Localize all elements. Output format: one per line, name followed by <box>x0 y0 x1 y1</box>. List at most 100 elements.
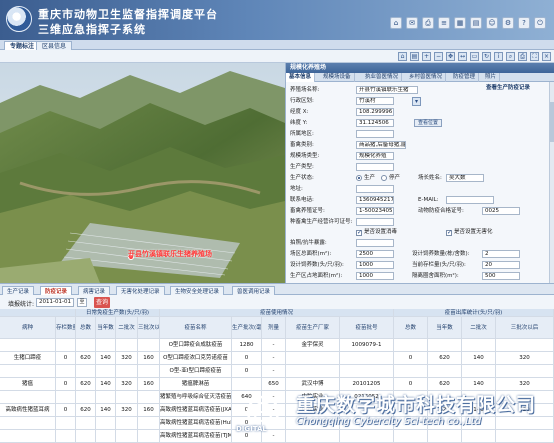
home-icon[interactable]: ⌂ <box>390 17 402 29</box>
animal-type-field[interactable]: 商品猪,后备母猪,能 <box>356 141 406 149</box>
zoom-in-icon[interactable]: + <box>422 52 431 61</box>
tab-photos[interactable]: 照片 <box>482 73 501 82</box>
column-header[interactable]: 疫苗名称 <box>160 317 232 339</box>
table-cell: O型口蹄疫合成肽疫苗 <box>160 339 232 352</box>
harmless-checkbox[interactable] <box>446 229 452 236</box>
table-cell <box>96 365 116 378</box>
production-record-link[interactable]: 查看生产防疫记录 <box>486 85 530 92</box>
column-header[interactable]: 二批次 <box>116 317 138 339</box>
panel-scrollbar[interactable] <box>549 82 554 283</box>
district-picker-icon[interactable]: ▾ <box>412 97 421 106</box>
mail-icon[interactable]: ✉ <box>406 17 418 29</box>
tab-rural-vet[interactable]: 乡村兽医情况 <box>406 73 447 82</box>
permit-field[interactable]: 0025 <box>482 207 520 215</box>
table-cell <box>138 391 160 404</box>
print-icon[interactable]: ⎙ <box>422 17 434 29</box>
column-header[interactable]: 剂量 <box>262 317 286 339</box>
help-icon[interactable]: ? <box>518 17 530 29</box>
column-header[interactable]: 生产批次(毫升) <box>232 317 262 339</box>
logo-text: DIGITAL <box>236 425 267 433</box>
select-icon[interactable]: ▭ <box>470 52 479 61</box>
district-field[interactable]: 竹溪村 <box>356 97 394 105</box>
tab-district[interactable]: 区县信息 <box>36 41 73 50</box>
phone-field[interactable]: 13609452175 <box>356 196 394 204</box>
filter-label: 填报统计: <box>8 301 35 308</box>
date-field[interactable]: 2011-01-01 <box>36 298 74 307</box>
region-field[interactable] <box>356 130 394 138</box>
print-map-icon[interactable]: ⎙ <box>518 52 527 61</box>
table-cell <box>0 430 56 443</box>
disinfection-checkbox[interactable] <box>356 229 362 236</box>
column-header[interactable]: 总数 <box>76 317 96 339</box>
exit-icon[interactable]: ⏻ <box>534 17 546 29</box>
column-header[interactable]: 存栏数量(头/只/羽) <box>56 317 76 339</box>
locate-button[interactable]: 查看位置 <box>414 119 443 127</box>
tab-epidemic[interactable]: 防疫管理 <box>450 73 480 82</box>
stock-field[interactable]: 20 <box>482 261 520 269</box>
query-button[interactable]: 查询 <box>94 297 110 308</box>
longitude-field[interactable]: 108.299996 <box>356 108 394 116</box>
latitude-label: 纬度 Y: <box>290 120 308 126</box>
building-area-field[interactable]: 1000 <box>356 272 394 280</box>
table-cell <box>56 339 76 352</box>
column-header[interactable]: 当年数 <box>96 317 116 339</box>
column-header[interactable]: 总数 <box>394 317 428 339</box>
header-icon-group: ⌂ ✉ ⎙ ≡ ▦ ▤ ☺ ⚙ ? ⏻ <box>390 17 546 29</box>
column-header[interactable]: 三批次以后 <box>496 317 554 339</box>
area-field[interactable]: 2500 <box>356 250 394 258</box>
capacity-field[interactable]: 1000 <box>356 261 394 269</box>
photo-field[interactable] <box>356 239 394 247</box>
tab-basic-info[interactable]: 基本信息 <box>286 73 316 82</box>
search-icon[interactable]: ⌕ <box>506 52 515 61</box>
measure-icon[interactable]: ↔ <box>458 52 467 61</box>
owner-field[interactable]: 吴大数 <box>446 174 484 182</box>
user-icon[interactable]: ☺ <box>486 17 498 29</box>
chart-icon[interactable]: ▤ <box>470 17 482 29</box>
table-cell <box>76 391 96 404</box>
column-header[interactable]: 疫苗生产厂家 <box>286 317 340 339</box>
table-cell: 0 <box>394 352 428 365</box>
panel-scroll-thumb[interactable] <box>550 102 554 142</box>
table-cell <box>138 365 160 378</box>
tab-thematic[interactable]: 专题标注 <box>4 41 41 50</box>
latitude-field[interactable]: 31.124506 <box>356 119 394 127</box>
home-view-icon[interactable]: ⌂ <box>398 52 407 61</box>
isolation-area-field[interactable]: 500 <box>482 272 520 280</box>
production-type-field[interactable] <box>356 163 394 171</box>
column-header[interactable]: 疫苗批号 <box>340 317 394 339</box>
date-range-select[interactable]: 至 <box>77 298 87 307</box>
table-cell <box>0 417 56 430</box>
table-cell: 高致病性猪蓝耳病 <box>0 404 56 417</box>
terrain-map-view[interactable]: 开县竹溪镇联乐生猪养殖场 <box>0 63 285 283</box>
tab-equipment[interactable]: 规模场设备 <box>320 73 355 82</box>
column-header[interactable]: 病种 <box>0 317 56 339</box>
rotate-icon[interactable]: ↻ <box>482 52 491 61</box>
tab-vet[interactable]: 执业兽医情况 <box>362 73 403 82</box>
address-field[interactable] <box>356 185 394 193</box>
settings-icon[interactable]: ⚙ <box>502 17 514 29</box>
clear-icon[interactable]: × <box>542 52 551 61</box>
status-producing-radio[interactable] <box>356 175 362 181</box>
permit-label: 动物防疫合格证号: <box>418 208 464 214</box>
status-stopped-radio[interactable] <box>381 175 387 181</box>
grid-icon[interactable]: ▦ <box>454 17 466 29</box>
breeding-permit-field[interactable] <box>356 218 394 226</box>
scale-type-field[interactable]: 规模化养殖 <box>356 152 394 160</box>
zoom-out-icon[interactable]: − <box>434 52 443 61</box>
column-header[interactable]: 当年数 <box>428 317 462 339</box>
longitude-label: 经度 X: <box>290 109 309 115</box>
app-header: 重庆市动物卫生监督指挥调度平台 三维应急指挥子系统 ⌂ ✉ ⎙ ≡ ▦ ▤ ☺ … <box>0 0 554 40</box>
column-header[interactable]: 二批次 <box>462 317 496 339</box>
list-icon[interactable]: ≡ <box>438 17 450 29</box>
email-field[interactable] <box>446 196 494 204</box>
layers-icon[interactable]: ▤ <box>410 52 419 61</box>
design-count-field[interactable]: 2 <box>482 250 520 258</box>
license-field[interactable]: 1-5002340519 <box>356 207 394 215</box>
farm-name-field[interactable]: 开县竹溪镇联乐生猪 <box>356 86 418 94</box>
group-header-vaccine: 疫苗使用情况 <box>160 309 394 317</box>
pan-icon[interactable]: ✥ <box>446 52 455 61</box>
table-cell <box>0 339 56 352</box>
fullscreen-icon[interactable]: ⛶ <box>530 52 539 61</box>
column-header[interactable]: 三批次以后 <box>138 317 160 339</box>
info-icon[interactable]: i <box>494 52 503 61</box>
